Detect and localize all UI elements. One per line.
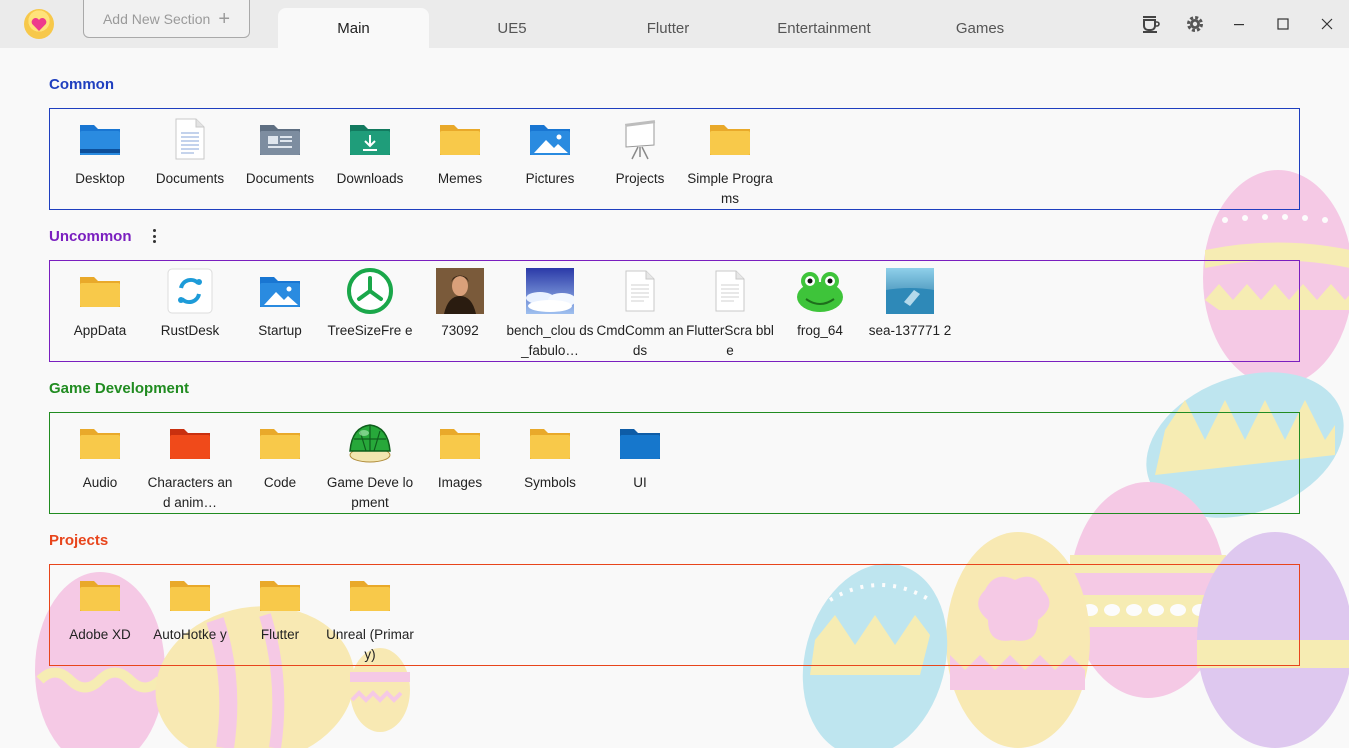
- shortcut-unreal-primary[interactable]: Unreal (Primary): [325, 565, 415, 665]
- folder-icon: [76, 419, 124, 467]
- document-icon: [166, 115, 214, 163]
- presentation-icon: [616, 115, 664, 163]
- folder-icon: [166, 571, 214, 619]
- shortcut-appdata[interactable]: AppData: [55, 261, 145, 361]
- folder-icon: [706, 115, 754, 163]
- frog-icon: [796, 267, 844, 315]
- shortcut-symbols[interactable]: Symbols: [505, 413, 595, 513]
- folder-icon: [526, 419, 574, 467]
- pictures-folder-icon: [526, 115, 574, 163]
- section-game-development: Audio Characters and anim… Code Game Dev…: [49, 412, 1300, 514]
- shortcut-documents[interactable]: Documents: [145, 109, 235, 209]
- shortcut-bench-clouds[interactable]: bench_clou ds_fabulo…: [505, 261, 595, 361]
- close-icon[interactable]: [1305, 2, 1349, 46]
- section-title-game-development: Game Development: [49, 380, 190, 397]
- shortcut-audio[interactable]: Audio: [55, 413, 145, 513]
- folder-icon: [436, 115, 484, 163]
- section-title-uncommon: Uncommon: [49, 228, 132, 245]
- text-file-icon: [616, 267, 664, 315]
- section-title-projects: Projects: [49, 532, 109, 549]
- more-options-icon[interactable]: [149, 228, 159, 244]
- section-projects: Adobe XD AutoHotke y Flutter Unreal (Pri…: [49, 564, 1300, 666]
- shortcut-projects[interactable]: Projects: [595, 109, 685, 209]
- shortcut-treesizefree[interactable]: TreeSizeFre e: [325, 261, 415, 361]
- shortcut-rustdesk[interactable]: RustDesk: [145, 261, 235, 361]
- desktop-folder-icon: [76, 115, 124, 163]
- shortcut-cmdcommands[interactable]: CmdComm ands: [595, 261, 685, 361]
- shortcut-desktop[interactable]: Desktop: [55, 109, 145, 209]
- minimize-icon[interactable]: [1217, 2, 1261, 46]
- folder-icon: [256, 571, 304, 619]
- section-uncommon: AppData RustDesk Startup TreeSizeFre e 7…: [49, 260, 1300, 362]
- shortcut-simple-programs[interactable]: Simple Programs: [685, 109, 775, 209]
- add-section-label: Add New Section: [102, 10, 211, 27]
- window-controls: [1129, 0, 1349, 48]
- shortcut-ui[interactable]: UI: [595, 413, 685, 513]
- gear-icon[interactable]: [1173, 2, 1217, 46]
- red-folder-icon: [166, 419, 214, 467]
- shortcut-images[interactable]: Images: [415, 413, 505, 513]
- folder-icon: [76, 267, 124, 315]
- shortcut-pictures[interactable]: Pictures: [505, 109, 595, 209]
- treesize-icon: [346, 267, 394, 315]
- shortcut-characters[interactable]: Characters and anim…: [145, 413, 235, 513]
- tab-bar: Main UE5 Flutter Entertainment Games: [278, 8, 1058, 48]
- clouds-image-icon: [526, 267, 574, 315]
- tab-entertainment[interactable]: Entertainment: [746, 8, 902, 48]
- sea-image-icon: [886, 267, 934, 315]
- shortcut-code[interactable]: Code: [235, 413, 325, 513]
- shortcut-adobe-xd[interactable]: Adobe XD: [55, 565, 145, 665]
- folder-icon: [346, 571, 394, 619]
- documents-folder-icon: [256, 115, 304, 163]
- tab-main[interactable]: Main: [278, 8, 429, 48]
- folder-icon: [76, 571, 124, 619]
- downloads-folder-icon: [346, 115, 394, 163]
- tab-ue5[interactable]: UE5: [434, 8, 590, 48]
- shortcut-downloads[interactable]: Downloads: [325, 109, 415, 209]
- shortcut-memes[interactable]: Memes: [415, 109, 505, 209]
- shortcut-flutter[interactable]: Flutter: [235, 565, 325, 665]
- shortcut-73092[interactable]: 73092: [415, 261, 505, 361]
- turtle-shell-icon: [346, 419, 394, 467]
- folder-icon: [436, 419, 484, 467]
- shortcut-autohotkey[interactable]: AutoHotke y: [145, 565, 235, 665]
- rustdesk-icon: [166, 267, 214, 315]
- shortcut-game-development[interactable]: Game Deve lopment: [325, 413, 415, 513]
- shortcut-documents-folder[interactable]: Documents: [235, 109, 325, 209]
- shortcut-frog64[interactable]: frog_64: [775, 261, 865, 361]
- tab-flutter[interactable]: Flutter: [590, 8, 746, 48]
- section-common: Desktop Documents Documents Downloads Me…: [49, 108, 1300, 210]
- tab-games[interactable]: Games: [902, 8, 1058, 48]
- add-new-section-button[interactable]: Add New Section +: [83, 0, 250, 38]
- app-logo-icon: [24, 9, 54, 39]
- title-bar: Add New Section + Main UE5 Flutter Enter…: [0, 0, 1349, 48]
- blue-folder-icon: [616, 419, 664, 467]
- shortcut-flutterscrabble[interactable]: FlutterScra bble: [685, 261, 775, 361]
- plus-icon: +: [218, 7, 231, 30]
- text-file-icon: [706, 267, 754, 315]
- pictures-folder-icon: [256, 267, 304, 315]
- shortcut-sea[interactable]: sea-137771 2: [865, 261, 955, 361]
- folder-icon: [256, 419, 304, 467]
- coffee-cup-icon[interactable]: [1129, 2, 1173, 46]
- section-title-common: Common: [49, 76, 114, 93]
- portrait-image-icon: [436, 267, 484, 315]
- shortcut-startup[interactable]: Startup: [235, 261, 325, 361]
- maximize-icon[interactable]: [1261, 2, 1305, 46]
